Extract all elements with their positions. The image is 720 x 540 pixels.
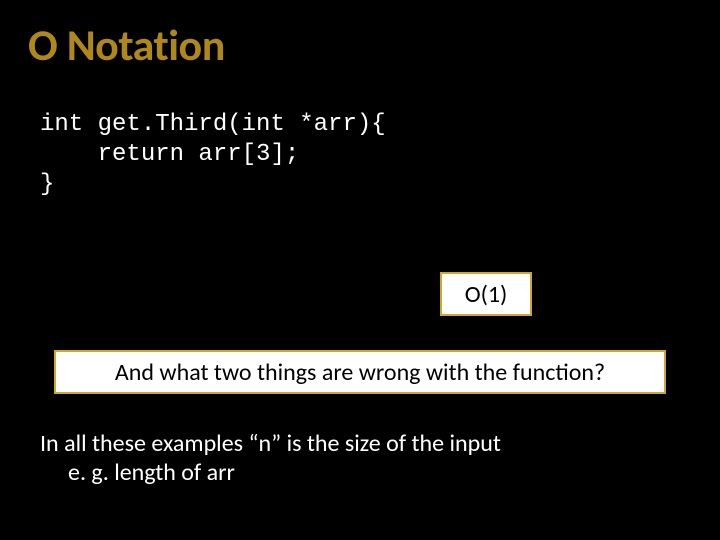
question-text: And what two things are wrong with the f… bbox=[115, 358, 605, 387]
code-block: int get.Third(int *arr){ return arr[3]; … bbox=[40, 110, 386, 200]
code-line-3: } bbox=[40, 171, 54, 198]
footnote-line-2: e. g. length of arr bbox=[40, 459, 680, 488]
complexity-text: O(1) bbox=[465, 280, 508, 309]
code-line-1: int get.Third(int *arr){ bbox=[40, 111, 386, 138]
code-line-2: return arr[3]; bbox=[40, 141, 299, 168]
footnote-line-1: In all these examples “n” is the size of… bbox=[40, 430, 680, 459]
question-callout: And what two things are wrong with the f… bbox=[54, 350, 666, 394]
complexity-callout: O(1) bbox=[440, 272, 532, 316]
footnote: In all these examples “n” is the size of… bbox=[40, 430, 680, 488]
slide: O Notation int get.Third(int *arr){ retu… bbox=[0, 0, 720, 540]
slide-title: O Notation bbox=[28, 18, 225, 72]
